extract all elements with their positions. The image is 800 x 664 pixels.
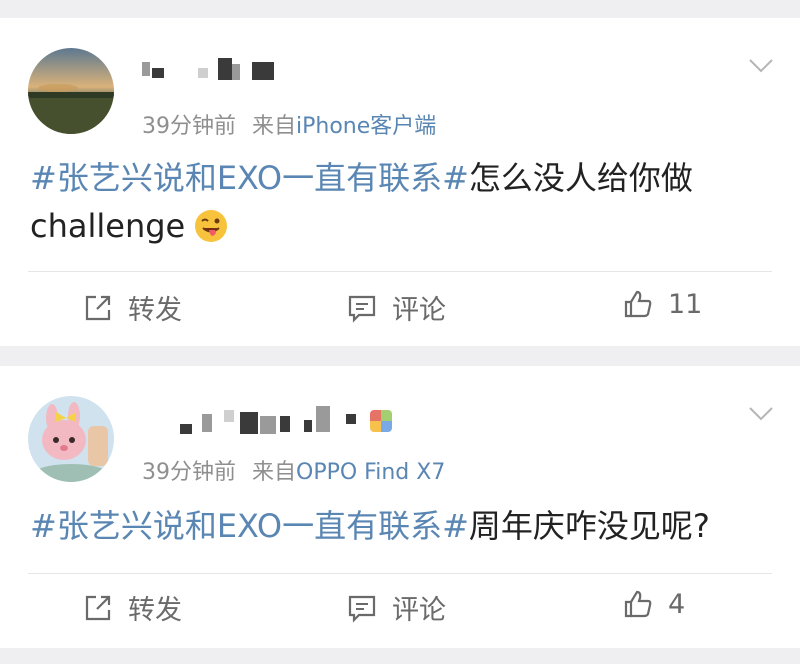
username-redacted[interactable] [140,406,460,436]
hashtag-link[interactable]: #张艺兴说和EXO一直有联系# [30,507,469,545]
post-source[interactable]: OPPO Find X7 [296,460,445,485]
source-prefix: 来自 [252,460,297,485]
post-meta: 39分钟前 来自OPPO Find X7 [142,454,445,486]
divider [28,271,772,272]
thumbs-up-icon [624,290,652,318]
post-card[interactable]: 39分钟前 来自OPPO Find X7 #张艺兴说和EXO一直有联系#周年庆咋没… [0,366,800,648]
comment-icon [348,595,376,623]
repost-button[interactable]: 转发 [82,588,182,627]
comment-icon [348,295,376,323]
hashtag-link[interactable]: #张艺兴说和EXO一直有联系# [30,159,469,197]
comment-label: 评论 [392,595,446,626]
like-count: 4 [668,588,686,620]
source-prefix: 来自 [252,114,297,139]
thumbs-up-icon [624,590,652,618]
comment-button[interactable]: 评论 [346,588,446,627]
post-source[interactable]: iPhone客户端 [296,114,436,139]
like-button[interactable]: 11 [622,288,702,320]
post-body: 周年庆咋没见呢? [468,507,710,545]
comment-button[interactable]: 评论 [346,288,446,327]
chevron-down-icon[interactable] [748,58,774,74]
username-redacted[interactable] [140,58,460,88]
post-text: #张艺兴说和EXO一直有联系#怎么没人给你做challenge [30,154,760,250]
chevron-down-icon[interactable] [748,406,774,422]
repost-icon [85,295,111,320]
repost-label: 转发 [128,295,182,326]
post-card[interactable]: 39分钟前 来自iPhone客户端 #张艺兴说和EXO一直有联系#怎么没人给你做c… [0,18,800,346]
post-time: 39分钟前 [142,114,236,139]
avatar[interactable] [28,396,114,482]
avatar[interactable] [28,48,114,134]
comment-label: 评论 [392,295,446,326]
post-text: #张艺兴说和EXO一直有联系#周年庆咋没见呢? [30,502,760,550]
post-meta: 39分钟前 来自iPhone客户端 [142,108,436,140]
repost-label: 转发 [128,595,182,626]
like-count: 11 [668,288,703,320]
tongue-out-emoji-icon [193,208,229,244]
post-time: 39分钟前 [142,460,236,485]
like-button[interactable]: 4 [622,588,685,620]
divider [28,573,772,574]
repost-icon [85,595,111,620]
repost-button[interactable]: 转发 [82,288,182,327]
